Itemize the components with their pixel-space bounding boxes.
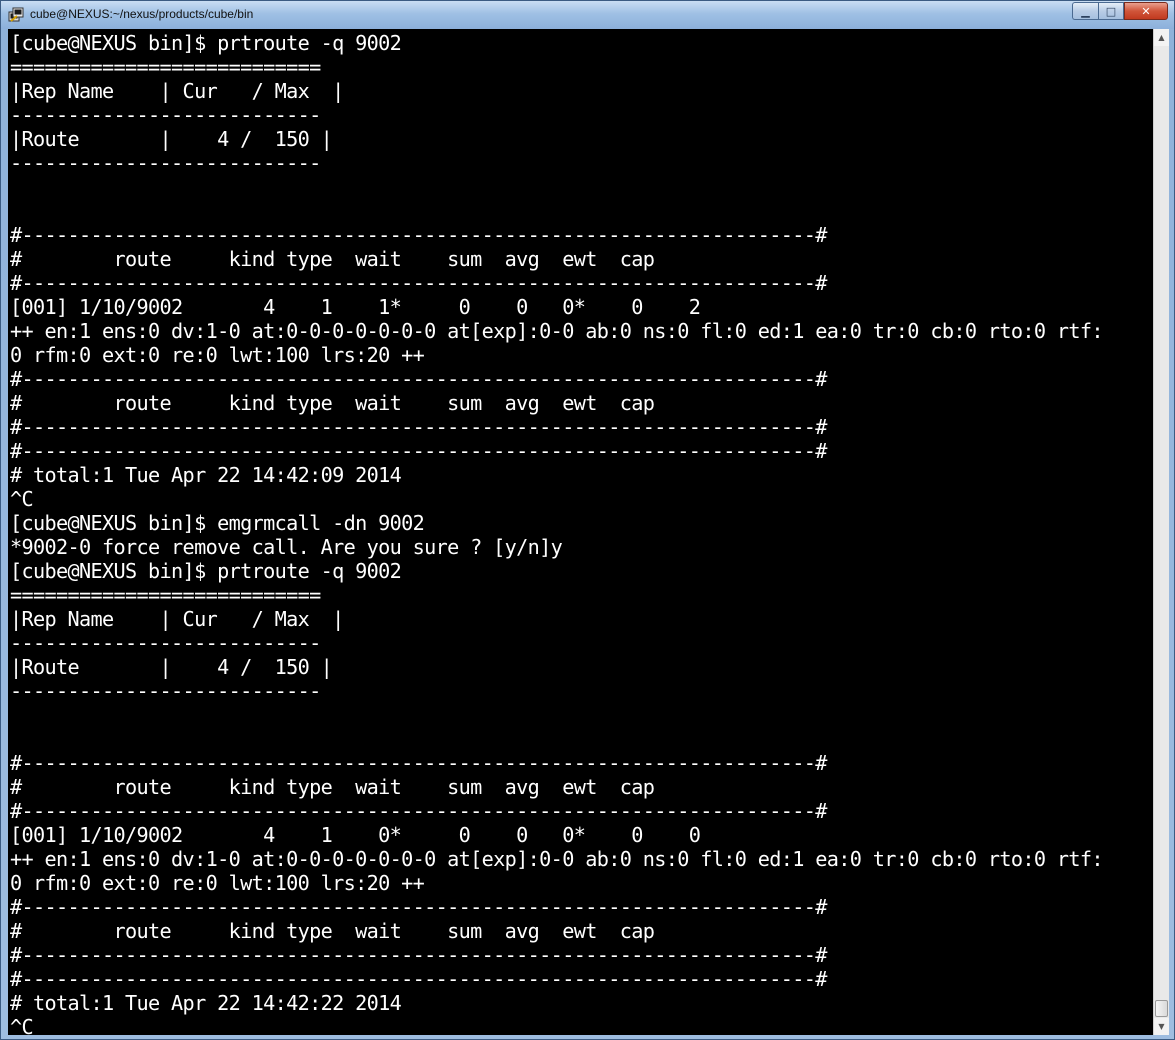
terminal-line: # route kind type wait sum avg ewt cap: [10, 247, 655, 271]
scrollbar-thumb[interactable]: [1155, 1000, 1168, 1017]
terminal-line: #---------------------------------------…: [10, 943, 827, 967]
maximize-button[interactable]: □: [1098, 2, 1124, 20]
terminal-line: ^C: [10, 1015, 34, 1035]
terminal-line: # route kind type wait sum avg ewt cap: [10, 391, 655, 415]
terminal-line: #---------------------------------------…: [10, 271, 827, 295]
terminal-line: #---------------------------------------…: [10, 967, 827, 991]
terminal-line: [cube@NEXUS bin]$ prtroute -q 9002: [10, 559, 402, 583]
close-button[interactable]: ✕: [1124, 2, 1168, 20]
terminal-line: [cube@NEXUS bin]$ emgrmcall -dn 9002: [10, 511, 425, 535]
terminal-screen[interactable]: [cube@NEXUS bin]$ prtroute -q 9002 ======…: [8, 29, 1153, 1035]
terminal-line: ---------------------------: [10, 631, 321, 655]
minimize-button[interactable]: ▁: [1072, 2, 1098, 20]
scroll-down-arrow-icon[interactable]: ▼: [1154, 1018, 1169, 1035]
terminal-line: [001] 1/10/9002 4 1 0* 0 0 0* 0 0: [10, 823, 701, 847]
terminal-line: #---------------------------------------…: [10, 415, 827, 439]
terminal-line: [001] 1/10/9002 4 1 1* 0 0 0* 0 2: [10, 295, 701, 319]
terminal-line: # total:1 Tue Apr 22 14:42:09 2014: [10, 463, 402, 487]
terminal-line: |Rep Name | Cur / Max |: [10, 79, 344, 103]
terminal-line: #---------------------------------------…: [10, 751, 827, 775]
window-title: cube@NEXUS:~/nexus/products/cube/bin: [30, 7, 254, 21]
terminal-line: ===========================: [10, 583, 321, 607]
terminal-line: # route kind type wait sum avg ewt cap: [10, 775, 655, 799]
terminal-line: ---------------------------: [10, 103, 321, 127]
terminal-line: #---------------------------------------…: [10, 895, 827, 919]
putty-terminal-icon: [8, 7, 24, 22]
terminal-line: #---------------------------------------…: [10, 367, 827, 391]
terminal-line: ++ en:1 ens:0 dv:1-0 at:0-0-0-0-0-0-0 at…: [10, 319, 1104, 343]
terminal-line: [cube@NEXUS bin]$ prtroute -q 9002: [10, 31, 402, 55]
title-bar[interactable]: cube@NEXUS:~/nexus/products/cube/bin ▁ □…: [1, 1, 1174, 29]
terminal-line: ---------------------------: [10, 679, 321, 703]
scroll-up-arrow-icon[interactable]: ▲: [1154, 29, 1169, 46]
terminal-line: 0 rfm:0 ext:0 re:0 lwt:100 lrs:20 ++: [10, 343, 425, 367]
terminal-line: *9002-0 force remove call. Are you sure …: [10, 535, 563, 559]
terminal-line: ++ en:1 ens:0 dv:1-0 at:0-0-0-0-0-0-0 at…: [10, 847, 1104, 871]
terminal-line: #---------------------------------------…: [10, 223, 827, 247]
window-controls: ▁ □ ✕: [1072, 2, 1168, 21]
terminal-line: #---------------------------------------…: [10, 799, 827, 823]
terminal-line: #---------------------------------------…: [10, 439, 827, 463]
terminal-line: ===========================: [10, 55, 321, 79]
terminal-window: cube@NEXUS:~/nexus/products/cube/bin ▁ □…: [0, 0, 1175, 1040]
vertical-scrollbar[interactable]: ▲ ▼: [1153, 29, 1169, 1035]
terminal-output: [cube@NEXUS bin]$ prtroute -q 9002 ======…: [10, 31, 1104, 1035]
terminal-line: |Route | 4 / 150 |: [10, 127, 333, 151]
terminal-line: # total:1 Tue Apr 22 14:42:22 2014: [10, 991, 402, 1015]
terminal-line: 0 rfm:0 ext:0 re:0 lwt:100 lrs:20 ++: [10, 871, 425, 895]
terminal-line: # route kind type wait sum avg ewt cap: [10, 919, 655, 943]
terminal-line: |Rep Name | Cur / Max |: [10, 607, 344, 631]
terminal-line: ---------------------------: [10, 151, 321, 175]
terminal-line: |Route | 4 / 150 |: [10, 655, 333, 679]
terminal-line: ^C: [10, 487, 34, 511]
